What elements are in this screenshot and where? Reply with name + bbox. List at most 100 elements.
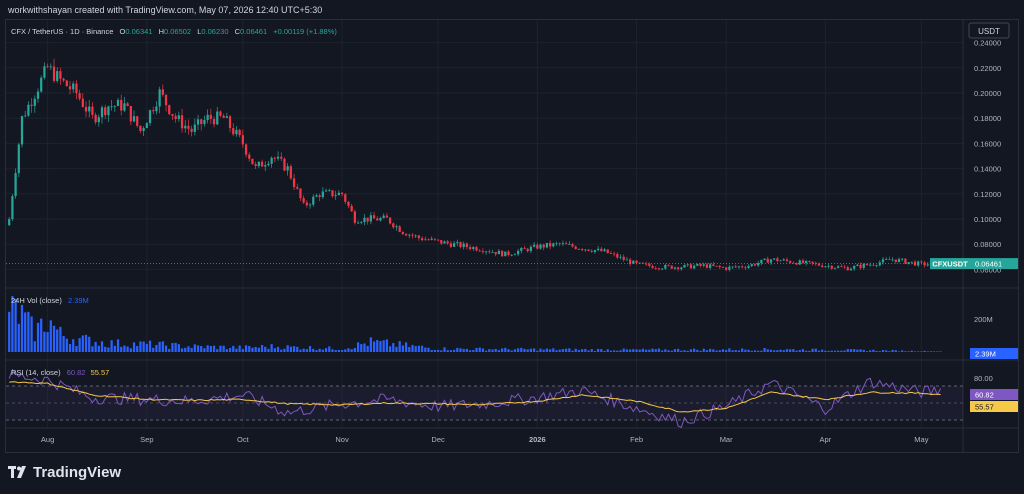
candle-body[interactable]: [513, 254, 517, 256]
candle-body[interactable]: [718, 265, 721, 268]
candle-body[interactable]: [753, 264, 757, 266]
volume-bar[interactable]: [427, 347, 430, 352]
candle-body[interactable]: [145, 123, 148, 129]
candle-body[interactable]: [603, 249, 606, 252]
candle-body[interactable]: [280, 156, 283, 159]
candle-body[interactable]: [613, 253, 616, 255]
candle-body[interactable]: [49, 66, 52, 68]
candle-body[interactable]: [926, 264, 929, 266]
volume-bar[interactable]: [59, 326, 62, 352]
volume-bar[interactable]: [20, 304, 24, 352]
volume-bar[interactable]: [581, 349, 584, 352]
candle-body[interactable]: [283, 158, 286, 171]
volume-bar[interactable]: [843, 350, 846, 352]
candle-body[interactable]: [865, 263, 869, 266]
volume-bar[interactable]: [606, 349, 609, 352]
candle-body[interactable]: [532, 244, 536, 247]
volume-bar[interactable]: [603, 350, 606, 352]
volume-bar[interactable]: [856, 349, 859, 352]
volume-bar[interactable]: [504, 347, 507, 352]
volume-bar[interactable]: [462, 348, 465, 352]
candle-body[interactable]: [699, 263, 702, 266]
volume-bar[interactable]: [385, 339, 388, 352]
volume-bar[interactable]: [180, 348, 184, 352]
candle-body[interactable]: [388, 217, 392, 224]
candle-body[interactable]: [686, 264, 689, 266]
candle-body[interactable]: [465, 243, 469, 248]
candle-body[interactable]: [46, 66, 49, 68]
volume-bar[interactable]: [315, 350, 318, 352]
candle-body[interactable]: [110, 106, 113, 108]
candle-body[interactable]: [238, 129, 241, 136]
volume-bar[interactable]: [929, 351, 933, 352]
volume-bar[interactable]: [689, 349, 693, 352]
candle-body[interactable]: [625, 259, 629, 261]
volume-bar[interactable]: [536, 350, 539, 352]
volume-bar[interactable]: [481, 348, 485, 352]
candle-body[interactable]: [276, 156, 280, 159]
candle-body[interactable]: [104, 107, 107, 116]
volume-bar[interactable]: [661, 350, 664, 352]
candle-body[interactable]: [750, 264, 753, 267]
candle-body[interactable]: [155, 106, 158, 112]
volume-bar[interactable]: [488, 349, 491, 352]
volume-bar[interactable]: [939, 351, 942, 352]
candle-body[interactable]: [760, 259, 763, 264]
volume-bar[interactable]: [78, 338, 81, 352]
volume-bar[interactable]: [613, 350, 616, 352]
volume-bar[interactable]: [436, 349, 440, 352]
candle-body[interactable]: [484, 251, 488, 253]
candle-body[interactable]: [401, 231, 405, 235]
volume-bar[interactable]: [571, 350, 574, 352]
candle-body[interactable]: [200, 119, 203, 125]
candle-body[interactable]: [168, 105, 171, 115]
candle-body[interactable]: [132, 116, 136, 122]
candle-body[interactable]: [597, 248, 600, 251]
volume-bar[interactable]: [881, 350, 885, 352]
candle-body[interactable]: [504, 251, 507, 257]
candle-body[interactable]: [862, 263, 865, 268]
volume-bar[interactable]: [741, 348, 744, 352]
volume-bar[interactable]: [145, 343, 148, 352]
volume-bar[interactable]: [430, 349, 433, 352]
candle-body[interactable]: [472, 247, 475, 250]
candle-body[interactable]: [302, 198, 305, 203]
candle-body[interactable]: [801, 260, 805, 264]
candle-body[interactable]: [376, 218, 379, 221]
volume-bar[interactable]: [110, 340, 113, 352]
volume-bar[interactable]: [894, 350, 897, 352]
candle-body[interactable]: [894, 259, 897, 263]
volume-bar[interactable]: [62, 335, 65, 352]
candle-body[interactable]: [516, 250, 520, 255]
volume-bar[interactable]: [33, 341, 36, 352]
candle-body[interactable]: [619, 256, 622, 258]
candle-body[interactable]: [84, 106, 88, 112]
candle-body[interactable]: [212, 118, 216, 125]
candle-body[interactable]: [126, 103, 129, 106]
candle-body[interactable]: [440, 240, 443, 244]
candle-body[interactable]: [56, 71, 59, 81]
volume-bar[interactable]: [196, 345, 200, 352]
volume-bar[interactable]: [814, 348, 817, 352]
candle-body[interactable]: [830, 265, 833, 269]
volume-bar[interactable]: [625, 349, 629, 352]
volume-bar[interactable]: [308, 346, 312, 352]
volume-bar[interactable]: [933, 351, 936, 352]
volume-bar[interactable]: [763, 347, 766, 352]
volume-bar[interactable]: [296, 346, 299, 352]
candle-body[interactable]: [139, 125, 142, 131]
volume-bar[interactable]: [305, 349, 308, 352]
candle-body[interactable]: [206, 114, 209, 120]
volume-bar[interactable]: [347, 348, 350, 352]
volume-bar[interactable]: [187, 346, 190, 352]
candle-body[interactable]: [552, 243, 555, 247]
volume-bar[interactable]: [219, 345, 222, 352]
volume-bar[interactable]: [283, 348, 286, 352]
volume-bar[interactable]: [84, 334, 88, 352]
candle-body[interactable]: [725, 267, 728, 270]
symbol-title[interactable]: CFX / TetherUS · 1D · Binance: [11, 27, 113, 36]
candle-body[interactable]: [148, 110, 152, 124]
volume-bar[interactable]: [510, 350, 513, 352]
volume-bar[interactable]: [52, 325, 56, 352]
volume-bar[interactable]: [645, 349, 648, 352]
